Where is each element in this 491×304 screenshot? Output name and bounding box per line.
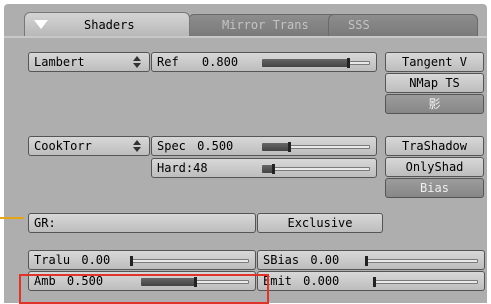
tab-mirror-trans-label: Mirror Trans (222, 18, 309, 32)
spec-value: 0.500 (197, 139, 234, 153)
updown-arrows-icon (132, 140, 141, 152)
hard-slider-track (262, 167, 370, 171)
collapse-triangle-icon[interactable] (34, 20, 48, 29)
spec-slider-fill (262, 143, 289, 151)
trashadow-button[interactable]: TraShadow (385, 136, 484, 156)
shadow-glyph-icon: 影 (428, 97, 441, 111)
emit-slider-track (374, 280, 478, 284)
ref-slider[interactable]: Ref 0.800 (151, 52, 377, 72)
orange-marker-line (0, 217, 24, 219)
hard-slider-knob[interactable] (272, 164, 275, 174)
emit-slider[interactable]: Emit 0.000 (257, 271, 485, 291)
tab-sss-label: SSS (348, 18, 370, 32)
gr-field[interactable]: GR: (28, 213, 256, 233)
nmap-ts-button[interactable]: NMap TS (385, 73, 484, 93)
ref-slider-fill (262, 59, 348, 67)
diffuse-shader-label: Lambert (34, 55, 85, 69)
sbias-slider[interactable]: SBias 0.00 (257, 250, 485, 270)
tab-shaders-label: Shaders (84, 18, 135, 32)
tralu-label: Tralu (34, 253, 71, 267)
diffuse-shader-menu[interactable]: Lambert (28, 52, 150, 72)
tab-divider (4, 36, 487, 38)
shadow-toggle-button[interactable]: 影 (385, 94, 484, 114)
ref-value: 0.800 (201, 55, 239, 69)
sbias-slider-knob[interactable] (365, 256, 368, 266)
tralu-slider-knob[interactable] (130, 256, 133, 266)
gr-label: GR: (34, 216, 56, 230)
sbias-label: SBias (263, 253, 300, 267)
hard-value: 48 (193, 161, 208, 175)
ref-slider-knob[interactable] (347, 58, 350, 68)
tralu-slider[interactable]: Tralu 0.00 (28, 250, 256, 270)
onlyshad-button[interactable]: OnlyShad (385, 157, 484, 177)
exclusive-button[interactable]: Exclusive (257, 213, 383, 233)
emit-slider-knob[interactable] (373, 277, 376, 287)
bias-button[interactable]: Bias (385, 178, 484, 198)
updown-arrows-icon (132, 56, 141, 68)
specular-shader-label: CookTorr (34, 139, 92, 153)
ref-label: Ref (157, 55, 179, 69)
tralu-slider-track (131, 259, 249, 263)
hard-slider[interactable]: Hard:48 (151, 158, 377, 178)
highlight-box (19, 274, 269, 304)
sbias-value: 0.00 (310, 253, 340, 267)
spec-label: Spec (157, 139, 186, 153)
sbias-slider-track (366, 259, 478, 263)
hard-label: Hard: (157, 161, 194, 175)
specular-shader-menu[interactable]: CookTorr (28, 136, 150, 156)
spec-slider-knob[interactable] (288, 142, 291, 152)
tralu-value: 0.00 (81, 253, 111, 267)
tangent-v-button[interactable]: Tangent V (385, 52, 484, 72)
spec-slider[interactable]: Spec 0.500 (151, 136, 377, 156)
emit-value: 0.000 (303, 274, 340, 288)
